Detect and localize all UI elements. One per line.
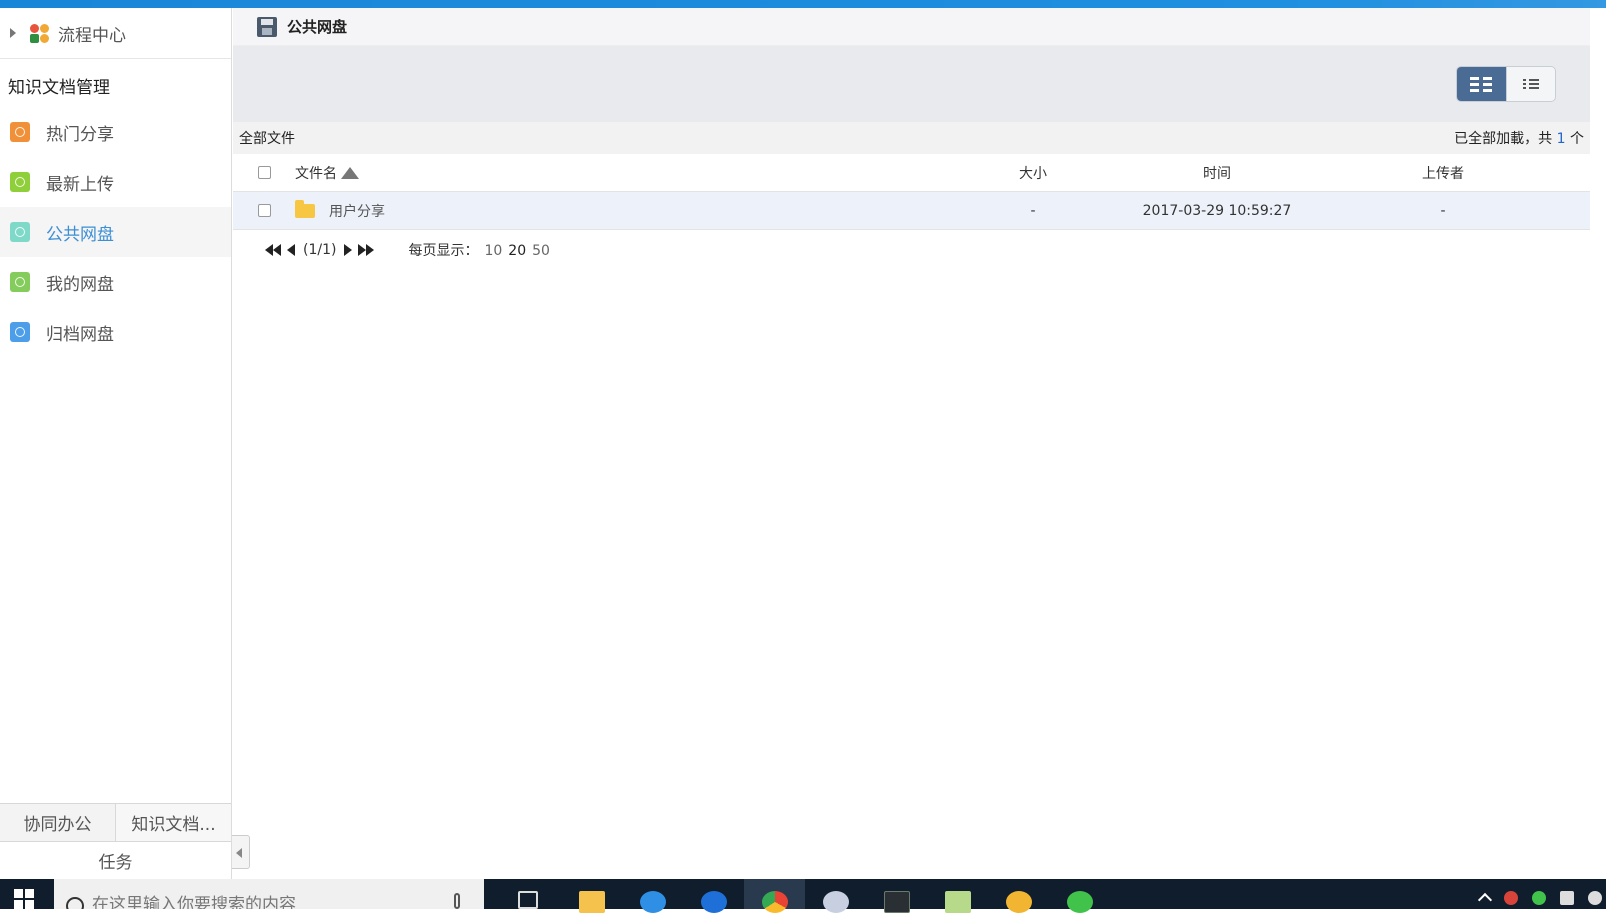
chrome-icon[interactable] (744, 879, 805, 913)
column-name-header[interactable]: 文件名 (295, 163, 975, 183)
system-tray (1477, 891, 1606, 908)
title-bar: 公共网盘 (233, 8, 1590, 46)
per-page-label: 每页显示： (408, 243, 479, 259)
file-explorer-icon[interactable] (561, 879, 622, 913)
top-accent-bar (0, 0, 1606, 8)
file-count: 1 (1556, 131, 1566, 147)
tray-wechat-icon[interactable] (1532, 891, 1546, 905)
sidebar-item-label: 公共网盘 (46, 224, 114, 245)
sidebar-item-label: 归档网盘 (46, 324, 114, 345)
my-disk-icon (10, 272, 30, 292)
all-files-label: 全部文件 (239, 131, 295, 147)
folder-icon (295, 199, 315, 218)
toolbar (233, 46, 1590, 122)
flow-center-header[interactable]: 流程中心 (0, 8, 231, 59)
hot-share-icon (10, 122, 30, 142)
windows-start-icon[interactable] (14, 889, 34, 909)
sidebar-item-label: 我的网盘 (46, 274, 114, 295)
microphone-icon[interactable] (454, 893, 460, 909)
windows-taskbar: 在这里输入你要搜索的内容 (0, 879, 1606, 913)
taskbar-search-box[interactable]: 在这里输入你要搜索的内容 (54, 879, 484, 909)
list-view-button[interactable] (1505, 67, 1556, 101)
sidebar-item-hot-share[interactable]: 热门分享 (0, 107, 231, 157)
archive-disk-icon (10, 322, 30, 342)
per-page-option-10[interactable]: 10 (484, 243, 502, 259)
tray-chevron-icon[interactable] (1477, 892, 1493, 908)
taskbar-apps (500, 879, 1110, 913)
column-uploader-header: 上传者 (1422, 165, 1464, 182)
notepad-icon[interactable] (927, 879, 988, 913)
column-size-header: 大小 (1019, 165, 1047, 182)
tray-network-icon[interactable] (1588, 891, 1602, 905)
terminal-icon[interactable] (866, 879, 927, 913)
summary-bar: 全部文件 已全部加載，共 1 个 (233, 122, 1590, 154)
page-indicator: (1/1) (303, 242, 337, 258)
per-page-option-20[interactable]: 20 (508, 243, 526, 259)
sidebar-item-latest-upload[interactable]: 最新上传 (0, 157, 231, 207)
last-page-button[interactable] (358, 244, 375, 256)
main-panel: 公共网盘 全部文件 已全部加載，共 1 个 文件名 大小 时间 上传者 用户分享… (233, 8, 1590, 879)
column-name-label: 文件名 (295, 165, 337, 182)
sidebar-item-my-disk[interactable]: 我的网盘 (0, 257, 231, 307)
section-title: 知识文档管理 (8, 78, 110, 98)
prev-page-button[interactable] (287, 244, 295, 256)
per-page-selector: 每页显示： 10 20 50 (408, 240, 549, 260)
flow-center-icon (28, 22, 50, 44)
file-size: - (1030, 202, 1036, 219)
flow-center-label: 流程中心 (58, 25, 126, 46)
wechat-icon[interactable] (1049, 879, 1110, 913)
list-view-icon (1522, 79, 1539, 89)
sogou-browser-icon[interactable] (683, 879, 744, 913)
row-checkbox[interactable] (257, 204, 271, 217)
avatar-app-icon[interactable] (805, 879, 866, 913)
tab-knowledge-docs[interactable]: 知识文档... (115, 804, 231, 841)
sort-ascending-icon[interactable] (341, 166, 359, 179)
tray-battery-icon[interactable] (1560, 891, 1574, 905)
taskbar-search-placeholder: 在这里输入你要搜索的内容 (92, 895, 296, 909)
pagination: (1/1) 每页显示： 10 20 50 (233, 230, 1590, 270)
grid-view-button[interactable] (1457, 67, 1506, 101)
qq-icon[interactable] (988, 879, 1049, 913)
tab-collab-office[interactable]: 协同办公 (0, 804, 115, 841)
sidebar: 流程中心 知识文档管理 热门分享 最新上传 公共网盘 我的网盘 归档网盘 协同办… (0, 8, 232, 879)
page-title: 公共网盘 (287, 18, 348, 36)
sidebar-item-public-disk[interactable]: 公共网盘 (0, 207, 231, 257)
expand-arrow-icon[interactable] (10, 28, 16, 38)
public-disk-icon (10, 222, 30, 242)
table-row[interactable]: 用户分享 - 2017-03-29 10:59:27 - (233, 192, 1590, 230)
sidebar-item-label: 热门分享 (46, 124, 114, 145)
per-page-option-50[interactable]: 50 (532, 243, 550, 259)
task-view-icon[interactable] (500, 879, 561, 909)
column-time-header: 时间 (1203, 165, 1231, 182)
upload-icon (10, 172, 30, 192)
bottom-tabs: 协同办公 知识文档... 任务 (0, 803, 231, 879)
load-status-prefix: 已全部加載，共 (1454, 131, 1553, 147)
cortana-icon (66, 897, 84, 909)
internet-explorer-icon[interactable] (622, 879, 683, 913)
tray-app-icon[interactable] (1504, 891, 1518, 905)
table-header: 文件名 大小 时间 上传者 (233, 154, 1590, 192)
tab-tasks[interactable]: 任务 (0, 841, 231, 879)
file-time: 2017-03-29 10:59:27 (1142, 202, 1292, 219)
first-page-button[interactable] (265, 244, 281, 256)
floppy-disk-icon (257, 16, 277, 37)
file-uploader: - (1440, 202, 1446, 219)
load-status-suffix: 个 (1570, 131, 1584, 147)
view-toggle (1456, 66, 1556, 102)
file-name[interactable]: 用户分享 (329, 201, 385, 221)
sidebar-item-archive-disk[interactable]: 归档网盘 (0, 307, 231, 357)
select-all-checkbox[interactable] (257, 166, 271, 179)
sidebar-item-label: 最新上传 (46, 174, 114, 195)
next-page-button[interactable] (344, 244, 353, 256)
grid-view-icon (1470, 76, 1493, 92)
load-status: 已全部加載，共 1 个 (1454, 128, 1584, 148)
